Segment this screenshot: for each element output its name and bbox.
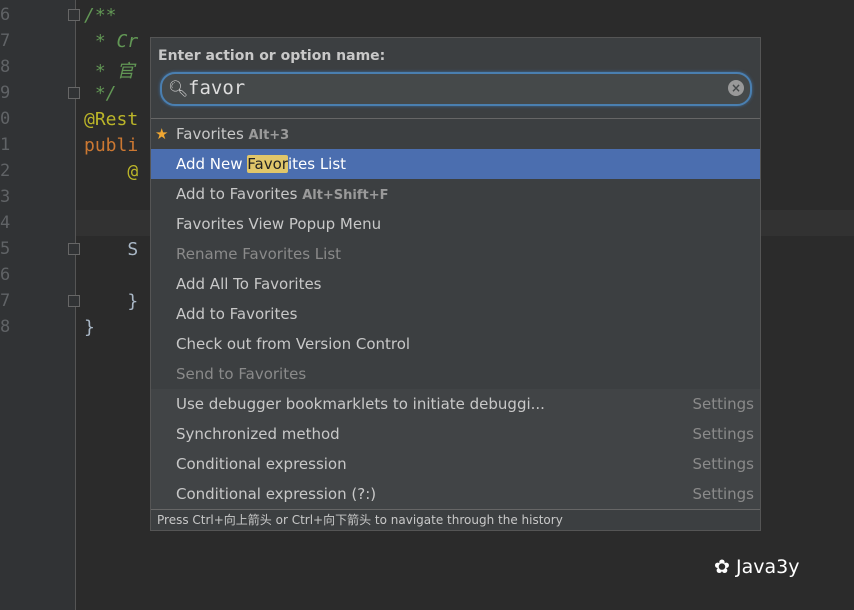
- list-item[interactable]: Check out from Version Control: [151, 329, 760, 359]
- watermark-text: Java3y: [735, 556, 800, 578]
- match-highlight: Favor: [247, 155, 288, 173]
- line-number: 9: [0, 83, 11, 103]
- list-item[interactable]: Add to Favorites: [151, 299, 760, 329]
- clear-icon[interactable]: ×: [728, 80, 744, 96]
- code-line: @Rest: [84, 109, 139, 130]
- search-input[interactable]: 🔍︎ favor ×: [160, 72, 752, 106]
- item-label: Conditional expression (?:): [176, 485, 377, 503]
- line-number: 7: [0, 31, 11, 51]
- results-list: ★ Favorites Alt+3 Add New Favorites List…: [151, 118, 760, 509]
- history-hint: Press Ctrl+向上箭头 or Ctrl+向下箭头 to navigate…: [151, 509, 760, 530]
- item-category: Settings: [692, 395, 754, 413]
- star-icon: ★: [155, 125, 169, 143]
- search-icon: 🔍︎: [168, 79, 189, 98]
- find-action-popup: Enter action or option name: 🔍︎ favor × …: [150, 37, 761, 531]
- popup-title: Enter action or option name:: [158, 48, 386, 64]
- item-label: Conditional expression: [176, 455, 347, 473]
- item-shortcut: Alt+Shift+F: [302, 188, 389, 203]
- search-value: favor: [188, 77, 246, 99]
- item-label-pre: Add New: [176, 155, 248, 173]
- item-label: Use debugger bookmarklets to initiate de…: [176, 395, 545, 413]
- code-line: }: [84, 291, 139, 312]
- list-item[interactable]: Conditional expression (?:) Settings: [151, 479, 760, 509]
- line-number: 6: [0, 5, 11, 25]
- item-category: Settings: [692, 425, 754, 443]
- code-line: }: [84, 317, 95, 338]
- fold-icon[interactable]: [68, 9, 80, 21]
- item-category: Settings: [692, 485, 754, 503]
- fold-icon[interactable]: [68, 295, 80, 307]
- list-item[interactable]: Add All To Favorites: [151, 269, 760, 299]
- line-number: 6: [0, 265, 11, 285]
- code-line: * Cr: [84, 31, 139, 52]
- code-line: @: [84, 161, 139, 182]
- group-header-favorites[interactable]: ★ Favorites Alt+3: [151, 119, 760, 149]
- item-label: Rename Favorites List: [176, 245, 342, 263]
- item-label: Add to Favorites: [176, 185, 298, 203]
- list-item[interactable]: Synchronized method Settings: [151, 419, 760, 449]
- item-category: Settings: [692, 455, 754, 473]
- fold-icon[interactable]: [68, 87, 80, 99]
- item-label: Favorites View Popup Menu: [176, 215, 382, 233]
- code-line: * 官: [84, 61, 135, 82]
- line-number: 8: [0, 57, 11, 77]
- item-label: Send to Favorites: [176, 365, 307, 383]
- line-number: 1: [0, 135, 11, 155]
- list-item[interactable]: Conditional expression Settings: [151, 449, 760, 479]
- line-number: 5: [0, 239, 11, 259]
- list-item[interactable]: Favorites View Popup Menu: [151, 209, 760, 239]
- code-line: /**: [84, 5, 117, 26]
- code-line: publi: [84, 135, 139, 156]
- line-number: 0: [0, 109, 11, 129]
- line-number: 4: [0, 213, 11, 233]
- watermark: ✿ Java3y: [714, 556, 800, 578]
- line-number: 2: [0, 161, 11, 181]
- item-shortcut: Alt+3: [248, 128, 290, 143]
- item-label: Add All To Favorites: [176, 275, 322, 293]
- line-number: 8: [0, 317, 11, 337]
- list-item[interactable]: Add to Favorites Alt+Shift+F: [151, 179, 760, 209]
- fold-icon[interactable]: [68, 243, 80, 255]
- item-label: Favorites: [176, 125, 244, 143]
- item-label: Check out from Version Control: [176, 335, 411, 353]
- item-label-post: ites List: [287, 155, 347, 173]
- line-number: 3: [0, 187, 11, 207]
- item-label: Synchronized method: [176, 425, 340, 443]
- list-item-selected[interactable]: Add New Favorites List: [151, 149, 760, 179]
- list-item[interactable]: Use debugger bookmarklets to initiate de…: [151, 389, 760, 419]
- code-line: S: [84, 239, 139, 260]
- list-item[interactable]: Rename Favorites List: [151, 239, 760, 269]
- line-gutter: 6 7 8 9 0 1 2 3 4 5 6 7 8: [0, 0, 76, 610]
- item-label: Add to Favorites: [176, 305, 298, 323]
- line-number: 7: [0, 291, 11, 311]
- code-line: */: [84, 83, 117, 104]
- list-item[interactable]: Send to Favorites: [151, 359, 760, 389]
